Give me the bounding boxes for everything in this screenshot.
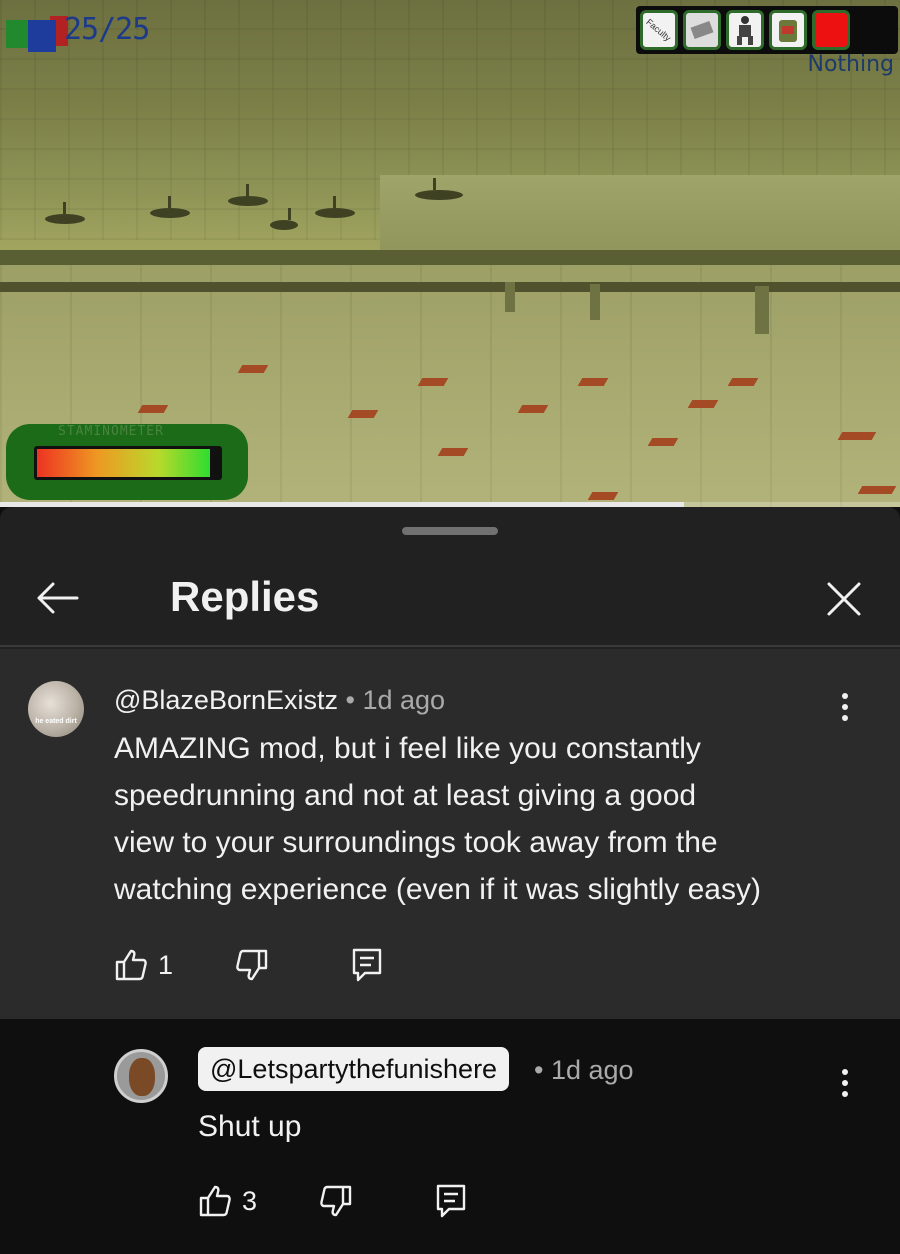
dislike-button[interactable] (319, 1184, 353, 1218)
reply-button[interactable] (351, 947, 383, 983)
reply-time: 1d ago (550, 1055, 634, 1085)
comment-time: 1d ago (362, 685, 446, 715)
stamina-label: STAMINOMETER (58, 424, 164, 439)
like-count: 3 (242, 1185, 258, 1216)
floor-tile (517, 405, 549, 413)
ceiling-lamp (45, 202, 85, 224)
reply-comment: @Letspartythefunishere • 1d ago Shut up … (0, 1019, 900, 1254)
floor-tile (137, 405, 169, 413)
ceiling-lamp (150, 196, 190, 218)
comment-line: watching experience (even if it was slig… (114, 873, 761, 906)
stamina-meter: STAMINOMETER (6, 424, 248, 500)
drag-handle[interactable] (402, 527, 498, 535)
inventory-slot: Faculty (640, 10, 678, 50)
ceiling-lamp (228, 184, 268, 206)
close-icon (827, 582, 861, 616)
close-button[interactable] (818, 573, 870, 625)
like-button[interactable]: 3 (198, 1184, 257, 1218)
video-player[interactable]: 25/25 Faculty Nothing STAMINOMETER (0, 0, 900, 507)
health-indicator (6, 10, 68, 52)
stamina-bar (34, 446, 222, 480)
floor-tile (857, 486, 897, 494)
reply-actions: 3 (198, 1181, 467, 1221)
thumbs-up-icon (198, 1184, 232, 1218)
health-text: 25/25 (64, 12, 150, 47)
like-button[interactable]: 1 (114, 948, 173, 982)
ceiling-lamp (270, 208, 298, 230)
pillar (505, 282, 515, 312)
avatar[interactable]: he eated dirt (28, 681, 84, 737)
floor-tile (577, 378, 609, 386)
pillar (590, 284, 600, 320)
sheet-title: Replies (170, 573, 320, 620)
like-count: 1 (158, 949, 174, 980)
ceiling-lamp (315, 196, 355, 218)
thumbs-up-icon (114, 948, 148, 982)
bucket-item-icon (779, 20, 797, 42)
inventory-slot (726, 10, 764, 50)
floor-tile (837, 432, 877, 440)
thumbs-down-icon (319, 1184, 353, 1218)
floor-tile (437, 448, 469, 456)
reply-text: Shut up (198, 1110, 302, 1143)
comment-line: AMAZING mod, but i feel like you constan… (114, 732, 701, 765)
replies-sheet: Replies he eated dirt @BlazeBornExistz •… (0, 507, 900, 1254)
comment-text: AMAZING mod, but i feel like you constan… (114, 725, 834, 913)
pillar (755, 286, 769, 334)
comment-actions: 1 (114, 945, 383, 985)
more-vert-icon (842, 1069, 848, 1097)
floor-tile (687, 400, 719, 408)
floor-tile (587, 492, 619, 500)
reply-button[interactable] (435, 1183, 467, 1219)
more-vert-icon (842, 693, 848, 721)
floor-tile (727, 378, 759, 386)
reply-menu-button[interactable] (830, 1063, 860, 1103)
scroll-item-icon (690, 20, 714, 40)
comment-author[interactable]: @BlazeBornExistz (114, 685, 338, 715)
comment-reply-icon (351, 947, 383, 983)
stamina-fill (37, 449, 210, 477)
avatar-caption: he eated dirt (35, 718, 77, 725)
comment-menu-button[interactable] (830, 687, 860, 727)
inventory-slot-selected (812, 10, 850, 50)
inventory-slot (769, 10, 807, 50)
floor-tile (647, 438, 679, 446)
meta-separator: • (345, 685, 355, 715)
inventory-slot (683, 10, 721, 50)
comment-line: view to your surroundings took away from… (114, 826, 718, 859)
back-button[interactable] (32, 573, 82, 623)
parent-comment: he eated dirt @BlazeBornExistz • 1d ago … (0, 649, 900, 1019)
comment-reply-icon (435, 1183, 467, 1219)
item-label: Faculty (644, 16, 674, 44)
meta-separator: • (534, 1055, 544, 1085)
inventory-item-name: Nothing (807, 52, 894, 77)
dislike-button[interactable] (235, 948, 269, 982)
arrow-left-icon (37, 582, 79, 614)
ceiling-lamp (415, 178, 463, 200)
sheet-header: Replies (0, 549, 900, 647)
floor-tile (237, 365, 269, 373)
avatar[interactable] (114, 1049, 168, 1103)
thumbs-down-icon (235, 948, 269, 982)
reply-meta: • 1d ago (534, 1055, 634, 1086)
reply-author-chip[interactable]: @Letspartythefunishere (198, 1047, 510, 1091)
comment-line: speedrunning and not at least giving a g… (114, 779, 697, 812)
comment-meta: @BlazeBornExistz • 1d ago (114, 685, 445, 716)
floor-tile (417, 378, 449, 386)
inventory-bar: Faculty (636, 6, 898, 54)
figure-item-icon (737, 16, 753, 45)
floor-tile (347, 410, 379, 418)
